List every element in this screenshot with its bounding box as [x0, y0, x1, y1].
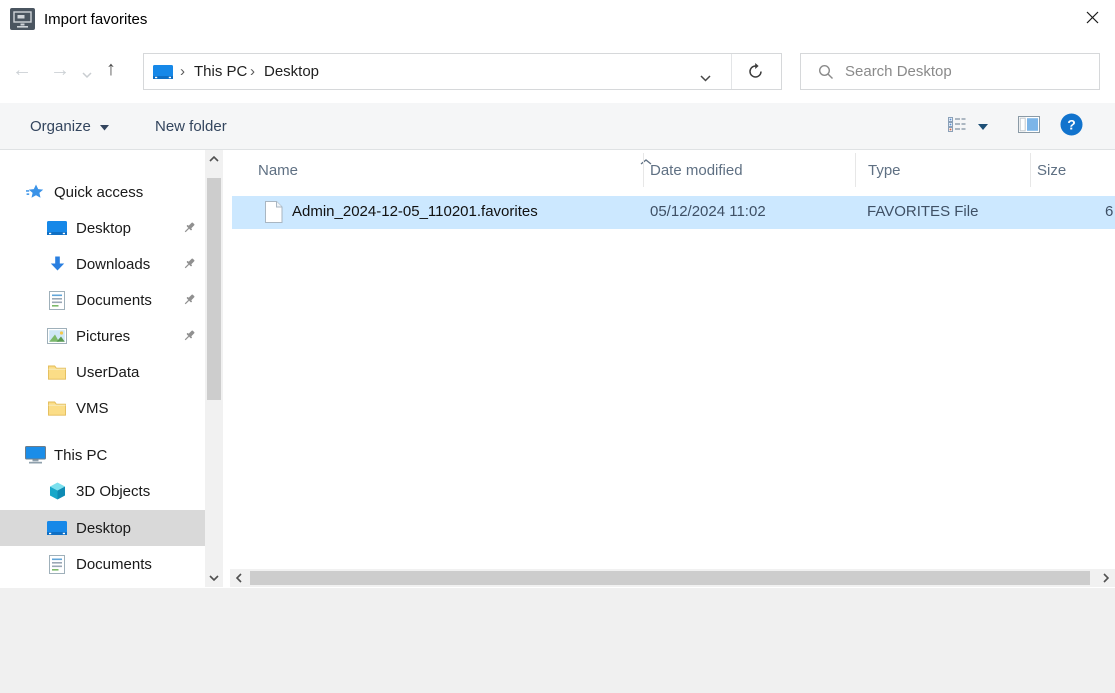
sidebar-item-this-pc[interactable]: This PC	[0, 437, 205, 473]
search-input[interactable]	[801, 54, 1099, 89]
list-horizontal-scrollbar[interactable]	[230, 569, 1115, 587]
pin-icon	[183, 257, 196, 274]
column-header-name[interactable]: Name	[230, 150, 643, 190]
sidebar-scrollbar[interactable]	[205, 150, 223, 587]
scrollbar-thumb[interactable]	[250, 571, 1090, 585]
documents-icon	[46, 291, 68, 310]
file-name: Admin_2024-12-05_110201.favorites	[292, 203, 538, 220]
caret-down-icon	[100, 118, 109, 135]
caret-down-icon	[978, 118, 988, 135]
cube-3d-icon	[46, 482, 68, 500]
organize-button[interactable]: Organize	[30, 103, 109, 149]
command-toolbar: Organize New folder	[0, 103, 1115, 150]
breadcrumb-separator: ›	[180, 63, 185, 80]
back-icon: ←	[12, 59, 32, 81]
sidebar-item-documents-pinned[interactable]: Documents	[0, 282, 205, 318]
address-dropdown-button[interactable]	[700, 69, 711, 86]
sidebar-item-desktop-selected[interactable]: Desktop	[0, 510, 205, 546]
scrollbar-thumb[interactable]	[207, 178, 221, 400]
help-icon: ?	[1060, 113, 1083, 140]
forward-button[interactable]: →	[50, 57, 70, 83]
breadcrumb-item-desktop[interactable]: Desktop	[264, 63, 319, 80]
file-row[interactable]: Admin_2024-12-05_110201.favorites 05/12/…	[232, 196, 1115, 229]
column-header-date-modified[interactable]: Date modified	[644, 150, 855, 190]
preview-pane-icon	[1018, 116, 1040, 137]
refresh-button[interactable]	[747, 63, 764, 84]
quick-access-icon	[24, 184, 46, 201]
breadcrumb-item-this-pc[interactable]: This PC	[194, 63, 247, 80]
file-type: FAVORITES File	[867, 203, 978, 220]
desktop-icon	[46, 521, 68, 536]
sidebar-item-downloads[interactable]: Downloads	[0, 246, 205, 282]
close-button[interactable]	[1074, 2, 1110, 36]
pin-icon	[183, 293, 196, 310]
file-icon	[265, 201, 283, 227]
chevron-down-icon	[82, 66, 92, 83]
folder-icon	[46, 401, 68, 416]
sidebar-item-documents-2[interactable]: Documents	[0, 546, 205, 582]
up-button[interactable]: ↑	[106, 56, 116, 82]
sidebar-item-userdata[interactable]: UserData	[0, 354, 205, 390]
scroll-right-button[interactable]	[1097, 569, 1115, 587]
dialog-footer: File name: Favorites files (*.favorites)…	[0, 588, 1115, 693]
sidebar-item-desktop-pinned[interactable]: Desktop	[0, 210, 205, 246]
title-bar: Import favorites	[0, 0, 1115, 40]
pin-icon	[183, 221, 196, 238]
view-mode-button[interactable]	[948, 103, 988, 149]
sidebar-item-3d-objects[interactable]: 3D Objects	[0, 473, 205, 509]
folder-icon	[46, 365, 68, 380]
desktop-icon	[46, 221, 68, 236]
details-view-icon	[948, 117, 966, 136]
scroll-left-button[interactable]	[230, 569, 248, 587]
app-icon	[10, 8, 36, 36]
forward-icon: →	[50, 59, 70, 81]
refresh-icon	[747, 63, 764, 80]
sidebar-item-quick-access[interactable]: Quick access	[0, 174, 205, 210]
help-button[interactable]: ?	[1060, 103, 1083, 149]
new-folder-button[interactable]: New folder	[155, 103, 227, 149]
pin-icon	[183, 329, 196, 346]
close-icon	[1086, 11, 1099, 28]
file-size: 6	[1105, 203, 1113, 220]
breadcrumb-separator: ›	[250, 63, 255, 80]
column-header-size[interactable]: Size	[1031, 150, 1115, 190]
downloads-icon	[46, 256, 68, 273]
scroll-down-button[interactable]	[205, 569, 223, 587]
desktop-location-icon	[153, 65, 173, 84]
recent-locations-button[interactable]	[82, 66, 92, 83]
search-box	[800, 53, 1100, 90]
window-title: Import favorites	[44, 11, 147, 28]
column-header-type[interactable]: Type	[856, 150, 1030, 190]
back-button[interactable]: ←	[12, 57, 32, 83]
svg-text:?: ?	[1067, 116, 1076, 132]
scroll-up-button[interactable]	[205, 150, 223, 168]
import-favorites-dialog: Import favorites ← → ↑	[0, 0, 1115, 693]
address-bar[interactable]: › This PC › Desktop	[143, 53, 782, 90]
this-pc-icon	[24, 446, 46, 464]
sidebar-item-pictures[interactable]: Pictures	[0, 318, 205, 354]
divider	[731, 54, 732, 89]
up-icon: ↑	[106, 58, 116, 80]
pictures-icon	[46, 328, 68, 344]
preview-pane-button[interactable]	[1018, 103, 1040, 149]
documents-icon	[46, 555, 68, 574]
sidebar-item-vms[interactable]: VMS	[0, 390, 205, 426]
file-date-modified: 05/12/2024 11:02	[650, 203, 766, 220]
